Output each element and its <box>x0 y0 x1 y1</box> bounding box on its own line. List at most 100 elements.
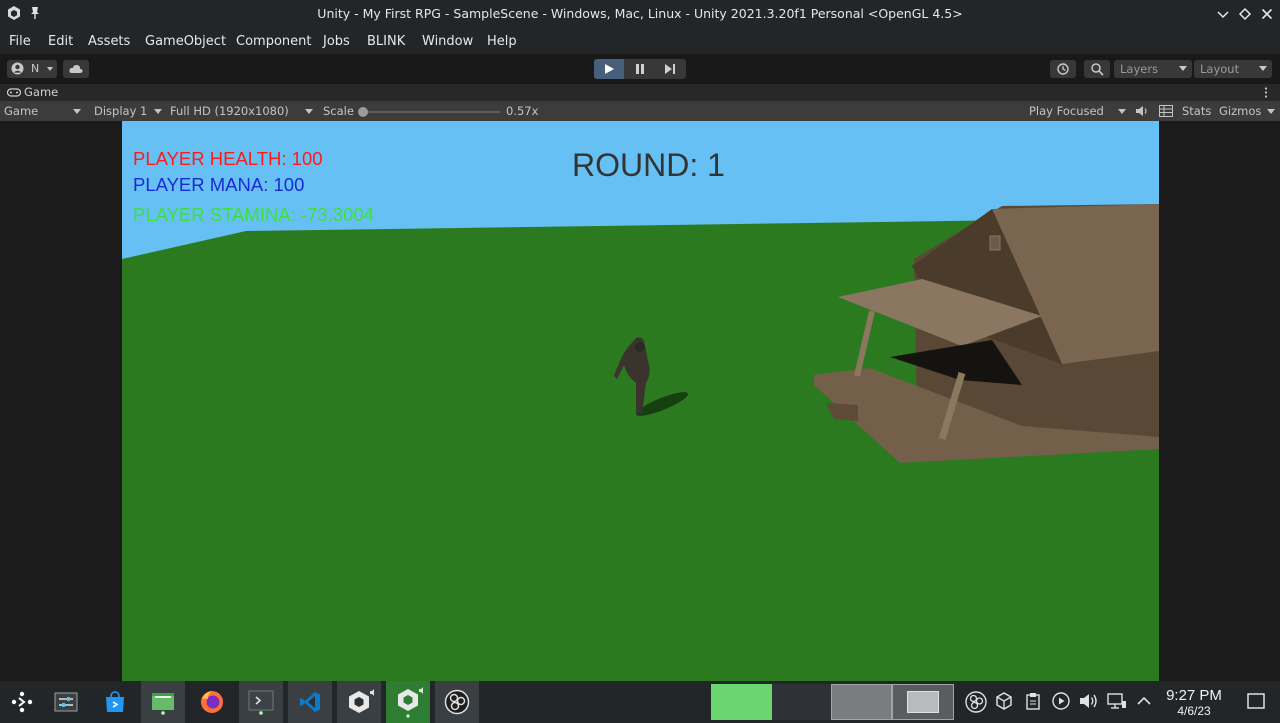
game-viewport[interactable]: PLAYER HEALTH: 100 PLAYER MANA: 100 PLAY… <box>122 121 1159 681</box>
step-button[interactable] <box>655 59 685 79</box>
vscode-icon <box>300 692 320 712</box>
scale-slider-track[interactable] <box>362 111 500 113</box>
chevron-down-icon <box>1259 66 1267 71</box>
desktop-window-thumb <box>907 691 939 713</box>
game-view-controls: Game Display 1 Full HD (1920x1080) Scale… <box>0 101 1280 121</box>
player-stamina-text: PLAYER STAMINA: -73.3004 <box>133 204 374 225</box>
display-select[interactable]: Display 1 <box>94 104 147 118</box>
vscode-button[interactable] <box>288 681 332 723</box>
chevron-down-icon <box>73 109 81 114</box>
more-options-icon[interactable] <box>1263 86 1269 99</box>
clock[interactable]: 9:27 PM 4/6/23 <box>1162 687 1226 718</box>
title-bar: Unity - My First RPG - SampleScene - Win… <box>0 0 1280 28</box>
round-counter: ROUND: 1 <box>572 147 725 183</box>
unity-hub-icon <box>349 689 374 713</box>
history-icon <box>1057 63 1069 75</box>
player-mana-text: PLAYER MANA: 100 <box>133 174 305 195</box>
unity-editor-button[interactable] <box>386 681 430 723</box>
mixer-icon <box>54 692 78 712</box>
play-mode-select[interactable]: Play Focused <box>1029 104 1104 118</box>
player-health-text: PLAYER HEALTH: 100 <box>133 148 323 169</box>
account-icon <box>11 62 24 75</box>
menu-assets[interactable]: Assets <box>88 34 130 49</box>
menu-jobs[interactable]: Jobs <box>323 34 350 49</box>
menu-edit[interactable]: Edit <box>48 34 73 49</box>
discover-store-icon <box>106 691 124 712</box>
unity-hub-button[interactable] <box>337 681 381 723</box>
scale-slider-thumb[interactable] <box>358 107 368 117</box>
pause-icon <box>636 64 644 74</box>
chevron-down-icon <box>47 67 53 71</box>
media-player-icon[interactable] <box>1052 692 1070 710</box>
virtual-desktop-3[interactable] <box>831 684 892 720</box>
clipboard-icon[interactable] <box>1025 692 1041 710</box>
menu-window[interactable]: Window <box>422 34 473 49</box>
clock-date: 4/6/23 <box>1177 704 1211 718</box>
menu-help[interactable]: Help <box>487 34 517 49</box>
chevron-down-icon <box>1179 66 1187 71</box>
gamepad-icon <box>7 88 21 97</box>
menu-gameobject[interactable]: GameObject <box>145 34 226 49</box>
play-controls <box>594 59 686 79</box>
scale-value: 0.57x <box>506 104 539 118</box>
game-tab-header: Game <box>0 84 1280 101</box>
cloud-icon <box>69 64 83 73</box>
firefox-button[interactable] <box>190 681 234 723</box>
terminal-icon <box>248 690 274 715</box>
search-button[interactable] <box>1084 60 1110 78</box>
minimize-window-icon[interactable] <box>1214 5 1232 23</box>
volume-icon[interactable] <box>1079 692 1099 710</box>
resolution-select[interactable]: Full HD (1920x1080) <box>170 104 289 118</box>
cloud-button[interactable] <box>63 60 89 78</box>
chevron-down-icon <box>154 109 162 114</box>
game-tab-title[interactable]: Game <box>24 85 58 99</box>
obs-button[interactable] <box>435 681 479 723</box>
menu-bar: File Edit Assets GameObject Component Jo… <box>0 28 1280 54</box>
unity-editor-icon <box>398 687 423 719</box>
virtual-desktop-4[interactable] <box>892 684 954 720</box>
layers-dropdown[interactable]: Layers <box>1114 60 1192 78</box>
pause-button[interactable] <box>625 59 655 79</box>
terminal-button[interactable] <box>239 681 283 723</box>
view-select[interactable]: Game <box>4 104 38 118</box>
app-launcher-button[interactable] <box>0 681 44 723</box>
play-button[interactable] <box>594 59 624 79</box>
stats-grid-icon <box>1159 105 1173 117</box>
window-title: Unity - My First RPG - SampleScene - Win… <box>317 6 963 21</box>
cube-tray-icon[interactable] <box>995 692 1013 710</box>
app-launcher-icon <box>11 691 33 713</box>
virtual-desktop-2[interactable] <box>772 684 831 720</box>
firefox-icon <box>201 691 223 713</box>
mixer-button[interactable] <box>44 681 88 723</box>
chevron-down-icon <box>305 109 313 114</box>
discover-store-button[interactable] <box>93 681 137 723</box>
obs-icon <box>444 689 470 715</box>
search-icon <box>1091 63 1104 76</box>
step-icon <box>665 64 675 74</box>
account-label: N <box>31 62 40 75</box>
layers-label: Layers <box>1120 62 1159 76</box>
account-dropdown[interactable]: N <box>7 60 57 78</box>
chevron-down-icon <box>1267 109 1275 114</box>
clock-time: 9:27 PM <box>1166 687 1222 704</box>
menu-blink[interactable]: BLINK <box>367 34 405 49</box>
network-icon[interactable] <box>1107 692 1127 710</box>
layout-label: Layout <box>1200 62 1240 76</box>
stats-toggle[interactable]: Stats <box>1182 104 1211 118</box>
close-window-icon[interactable] <box>1258 5 1276 23</box>
history-button[interactable] <box>1050 60 1076 78</box>
gizmos-toggle[interactable]: Gizmos <box>1219 104 1261 118</box>
menu-component[interactable]: Component <box>236 34 311 49</box>
show-desktop-icon[interactable] <box>1247 693 1265 709</box>
expand-tray-icon[interactable] <box>1136 694 1152 708</box>
play-icon <box>605 64 614 74</box>
mute-audio-icon[interactable] <box>1135 105 1149 117</box>
file-manager-button[interactable] <box>141 681 185 723</box>
layout-dropdown[interactable]: Layout <box>1194 60 1272 78</box>
obs-tray-icon[interactable] <box>965 691 987 713</box>
chevron-down-icon <box>1118 109 1126 114</box>
virtual-desktop-1[interactable] <box>711 684 772 720</box>
menu-file[interactable]: File <box>9 34 31 49</box>
maximize-window-icon[interactable] <box>1236 5 1254 23</box>
scale-label: Scale <box>323 104 354 118</box>
